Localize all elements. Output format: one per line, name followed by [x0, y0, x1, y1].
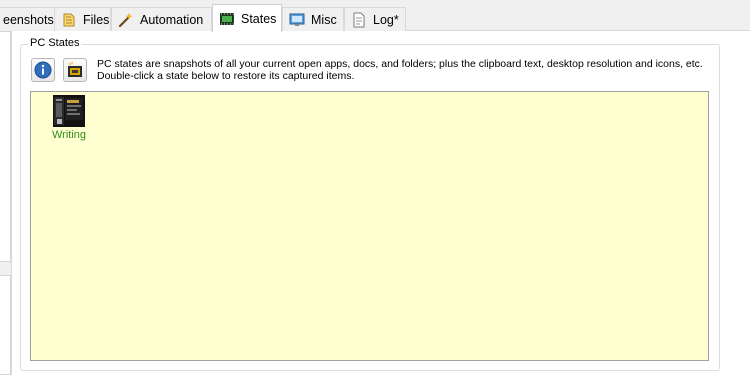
- writing-state-thumbnail-icon: [53, 95, 85, 127]
- left-pane-lower: [0, 275, 11, 375]
- tab-label: Log*: [373, 12, 399, 27]
- description-line-2: Double-click a state below to restore it…: [97, 70, 355, 82]
- film-strip-icon: [220, 12, 234, 25]
- capture-state-icon: [68, 62, 82, 77]
- state-item-writing[interactable]: Writing: [49, 95, 89, 141]
- tab-label: Files: [83, 12, 110, 27]
- info-button[interactable]: [31, 58, 55, 82]
- states-list[interactable]: Writing: [30, 91, 709, 361]
- tab-misc[interactable]: Misc: [282, 7, 344, 31]
- capture-state-button[interactable]: [63, 58, 87, 82]
- tab-label: Misc: [311, 12, 337, 27]
- tab-strip: eenshots Files Automation States Misc Lo…: [0, 0, 750, 32]
- document-icon: [353, 12, 365, 27]
- magic-wand-icon: [118, 12, 133, 27]
- monitor-icon: [289, 13, 305, 26]
- tab-label: eenshots: [3, 12, 54, 27]
- tab-screenshots[interactable]: eenshots: [0, 7, 55, 31]
- state-item-label: Writing: [51, 129, 87, 141]
- tab-log[interactable]: Log*: [344, 7, 406, 31]
- info-icon: [34, 61, 52, 79]
- tab-label: States: [241, 11, 277, 26]
- left-pane-upper: [0, 31, 11, 262]
- tab-files[interactable]: Files: [54, 7, 111, 31]
- tab-states[interactable]: States: [212, 4, 282, 32]
- pc-states-description: PC states are snapshots of all your curr…: [97, 58, 703, 82]
- files-icon: [63, 13, 75, 26]
- tab-automation[interactable]: Automation: [111, 7, 212, 31]
- description-line-1: PC states are snapshots of all your curr…: [97, 58, 703, 70]
- group-title: PC States: [28, 37, 82, 49]
- tab-label: Automation: [140, 12, 204, 27]
